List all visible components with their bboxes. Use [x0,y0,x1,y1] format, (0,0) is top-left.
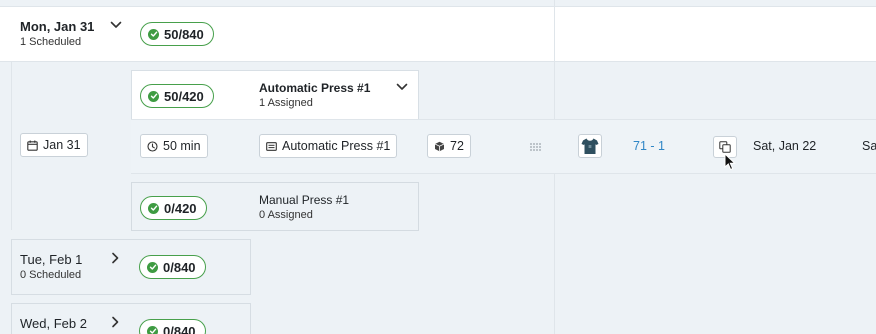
due-date: Sat, Jan 22 [753,139,817,153]
quantity-label: 72 [450,139,464,153]
check-circle-icon [148,202,159,214]
clock-icon [147,140,158,152]
capacity-badge: 50/840 [140,22,214,46]
order-link[interactable]: 71 - 1 [633,139,665,153]
calendar-icon [27,140,38,151]
chevron-down-icon[interactable] [395,80,409,94]
quantity-chip[interactable]: 72 [427,134,471,158]
press-select-label: Automatic Press #1 [282,139,391,153]
press-name: Manual Press #1 [259,193,350,207]
press-icon [266,141,277,151]
capacity-value: 0/840 [163,259,196,275]
press-capacity-badge: 0/420 [140,196,207,220]
check-circle-icon [147,325,158,334]
day-row-mon-timeline [555,7,876,62]
drag-handle-icon[interactable] [529,142,541,152]
check-circle-icon [147,261,158,273]
capacity-value: 50/840 [164,26,204,42]
day-group-indent [11,62,12,230]
chevron-right-icon[interactable] [108,315,122,329]
due-date-truncated: Sa [862,139,876,153]
top-strip [0,0,876,7]
chevron-right-icon[interactable] [108,251,122,265]
press-capacity-value: 0/420 [164,200,197,216]
press-capacity-badge: 50/420 [140,84,214,108]
duration-chip[interactable]: 50 min [140,134,208,158]
day-row-mon [0,7,554,62]
chevron-down-icon[interactable] [109,18,123,32]
product-thumbnail[interactable] [578,134,602,158]
capacity-value: 0/840 [163,323,196,334]
day-scheduled-count: 1 Scheduled [20,36,82,48]
shirt-icon [581,138,599,154]
box-icon [434,141,445,151]
press-name: Automatic Press #1 [259,81,371,95]
day-title: Wed, Feb 2 [20,316,87,331]
check-circle-icon [148,90,159,102]
day-title: Tue, Feb 1 [20,252,83,267]
press-assigned-count: 1 Assigned [259,97,313,109]
schedule-date-label: Jan 31 [43,138,81,152]
press-select-chip[interactable]: Automatic Press #1 [259,134,398,158]
press-assigned-count: 0 Assigned [259,209,313,221]
mouse-cursor-icon [724,153,736,171]
day-scheduled-count: 0 Scheduled [20,269,82,281]
check-circle-icon [148,28,159,40]
day-row-tue[interactable] [11,239,251,295]
capacity-badge: 0/840 [139,255,206,279]
duration-label: 50 min [163,139,201,153]
schedule-date-button[interactable]: Jan 31 [20,133,88,157]
copy-icon [719,141,731,153]
day-title: Mon, Jan 31 [20,19,95,34]
capacity-badge: 0/840 [139,319,206,334]
press-capacity-value: 50/420 [164,88,204,104]
